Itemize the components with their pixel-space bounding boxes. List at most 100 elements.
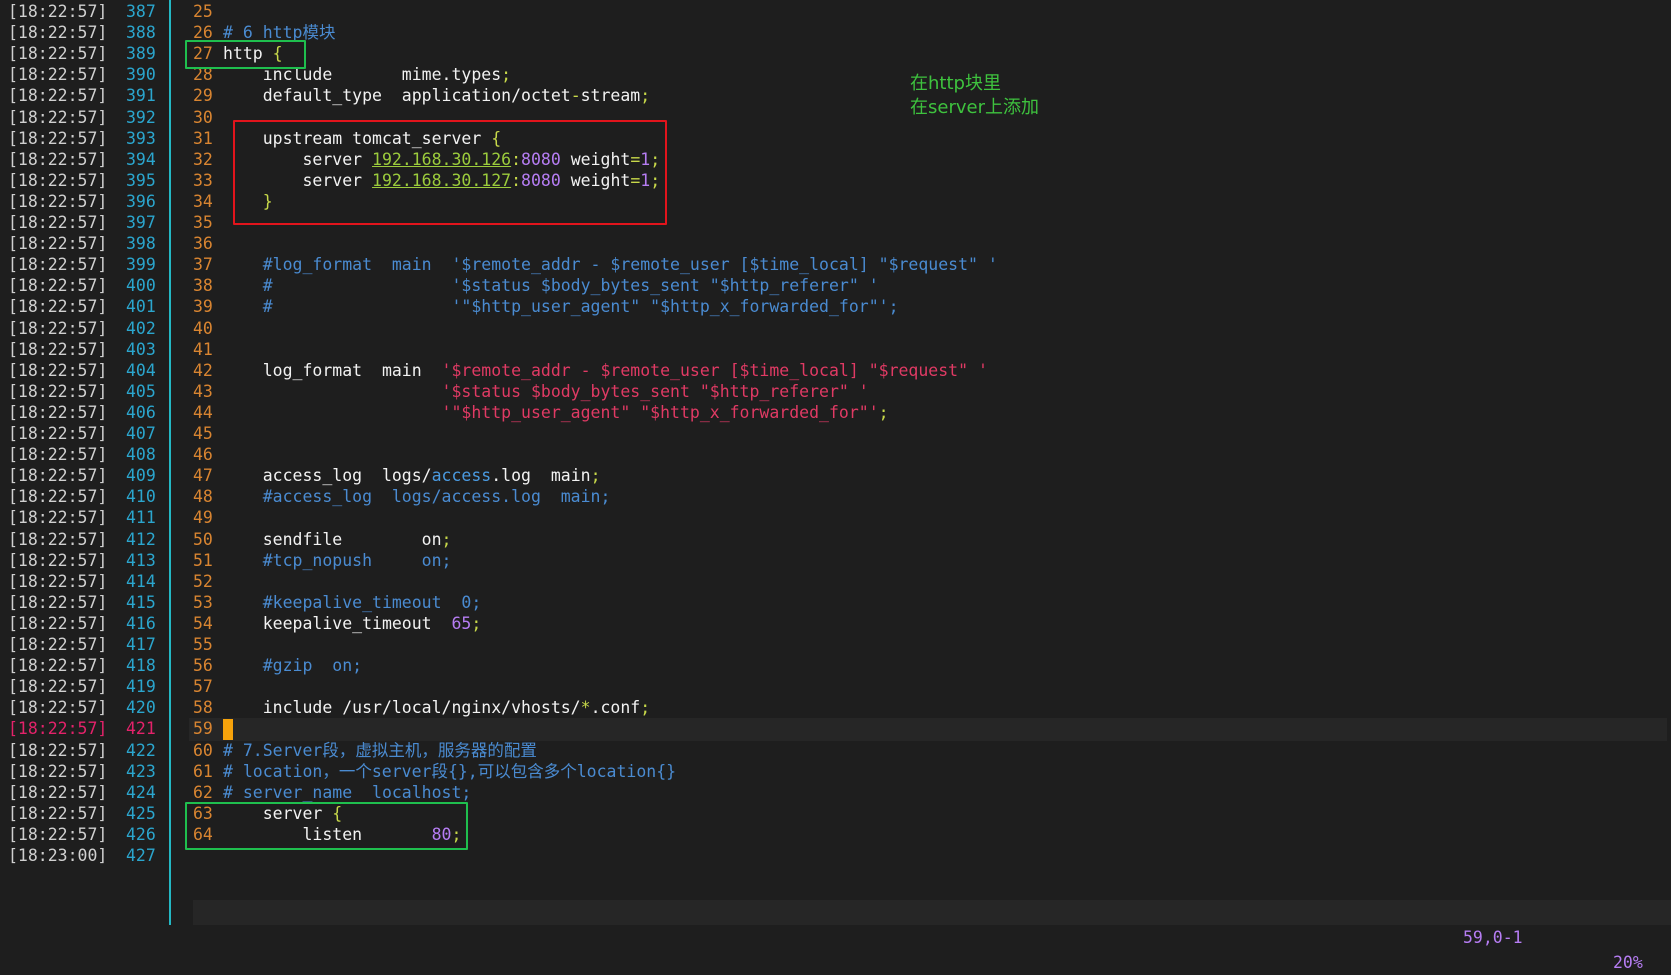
code-line[interactable]: 37 #log_format main '$remote_addr - $rem…: [193, 254, 1663, 277]
code-line[interactable]: 46: [193, 444, 1663, 467]
gutter-row: [18:22:57] 418: [8, 655, 156, 678]
code-line[interactable]: 48 #access_log logs/access.log main;: [193, 486, 1663, 509]
timestamp: [18:22:57]: [8, 740, 108, 760]
code-line[interactable]: 26 # 6 http模块: [193, 22, 1663, 45]
code-token: #keepalive_timeout 0;: [223, 592, 482, 612]
code-line-number: 50: [193, 529, 213, 549]
log-line-number: 406: [126, 402, 156, 422]
code-line[interactable]: 39 # '"$http_user_agent" "$http_x_forwar…: [193, 296, 1663, 319]
code-line[interactable]: 54 keepalive_timeout 65;: [193, 613, 1663, 636]
code-line[interactable]: 50 sendfile on;: [193, 529, 1663, 552]
code-line-number: 44: [193, 402, 213, 422]
code-line-number: 47: [193, 466, 213, 486]
code-line-number: 48: [193, 487, 213, 507]
log-line-number: 423: [126, 761, 156, 781]
gutter-row: [18:22:57] 414: [8, 571, 156, 594]
log-line-number: 390: [126, 65, 156, 85]
code-token: default_type application/octet: [223, 86, 571, 106]
code-line[interactable]: 57: [193, 676, 1663, 699]
code-line[interactable]: 49: [193, 507, 1663, 530]
code-line-number: 43: [193, 381, 213, 401]
code-token: '$remote_addr - $remote_user [$time_loca…: [441, 360, 988, 380]
timestamp: [18:23:00]: [8, 846, 108, 865]
timestamp: [18:22:57]: [8, 571, 108, 591]
code-line-number: 56: [193, 656, 213, 676]
log-line-number: 421: [126, 719, 156, 739]
code-line[interactable]: 56 #gzip on;: [193, 655, 1663, 678]
timestamp: [18:22:57]: [8, 466, 108, 486]
code-line[interactable]: 45: [193, 423, 1663, 446]
code-line-number: 52: [193, 571, 213, 591]
code-line-number: 61: [193, 761, 213, 781]
timestamp: [18:22:57]: [8, 529, 108, 549]
code-line-number: 55: [193, 635, 213, 654]
timestamp: [18:22:57]: [8, 360, 108, 380]
timestamp: [18:22:57]: [8, 761, 108, 781]
code-line-number: 36: [193, 234, 213, 254]
code-token: *: [580, 698, 591, 718]
code-line-number: 58: [193, 698, 213, 718]
code-line[interactable]: 27 http {: [193, 43, 1663, 66]
code-line[interactable]: 25: [193, 1, 1663, 24]
code-line[interactable]: 51 #tcp_nopush on;: [193, 550, 1663, 573]
gutter-row: [18:22:57] 415: [8, 592, 156, 615]
code-token: ;: [640, 698, 651, 718]
annotation-line-1: 在http块里: [910, 73, 1001, 94]
code-token: access: [431, 466, 492, 486]
code-line[interactable]: 41: [193, 339, 1663, 362]
cursor-position: 59,0-1: [1463, 928, 1523, 947]
code-line-number: 34: [193, 191, 213, 211]
code-line[interactable]: 47 access_log logs/access.log main;: [193, 465, 1663, 488]
code-token: -: [570, 86, 581, 106]
code-line[interactable]: 36: [193, 233, 1663, 256]
scroll-percent: 20%: [1613, 953, 1643, 972]
code-line[interactable]: 43 '$status $body_bytes_sent "$http_refe…: [193, 381, 1663, 404]
gutter-row: [18:22:57] 405: [8, 381, 156, 404]
timestamp: [18:22:57]: [8, 677, 108, 697]
code-token: # '"$http_user_agent" "$http_x_forwarded…: [223, 297, 899, 317]
timestamp: [18:22:57]: [8, 2, 108, 21]
gutter-row: [18:22:57] 413: [8, 550, 156, 573]
gutter-row: [18:22:57] 426: [8, 824, 156, 847]
log-line-number: 391: [126, 86, 156, 106]
code-line[interactable]: 58 include /usr/local/nginx/vhosts/*.con…: [193, 697, 1663, 720]
log-line-number: 397: [126, 213, 156, 232]
code-line[interactable]: 62 # server_name localhost;: [193, 782, 1663, 805]
log-line-number: 388: [126, 23, 156, 43]
gutter-row: [18:22:57] 392: [8, 107, 156, 130]
log-line-number: 427: [126, 846, 156, 865]
timestamp: [18:22:57]: [8, 550, 108, 570]
timestamp: [18:22:57]: [8, 719, 108, 739]
gutter-row: [18:22:57] 399: [8, 254, 156, 277]
log-line-number: 395: [126, 170, 156, 190]
gutter-row: [18:22:57] 404: [8, 360, 156, 383]
code-line[interactable]: 61 # location，一个server段{},可以包含多个location{…: [193, 761, 1663, 784]
log-line-number: 417: [126, 635, 156, 654]
code-line[interactable]: 60 # 7.Server段，虚拟主机，服务器的配置: [193, 740, 1663, 763]
code-line[interactable]: 59: [189, 718, 1667, 741]
code-token: ;: [878, 402, 889, 422]
code-token: ;: [640, 86, 651, 106]
code-token: # 7.Server段，虚拟主机，服务器的配置: [223, 740, 537, 760]
code-token: ;: [590, 466, 601, 486]
code-token: ;: [441, 529, 452, 549]
code-line-number: 38: [193, 276, 213, 296]
code-line[interactable]: 44 '"$http_user_agent" "$http_x_forwarde…: [193, 402, 1663, 425]
code-line[interactable]: 53 #keepalive_timeout 0;: [193, 592, 1663, 615]
code-token: .log main: [491, 466, 591, 486]
gutter-row: [18:22:57] 389: [8, 43, 156, 66]
timestamp: [18:22:57]: [8, 508, 108, 528]
code-line[interactable]: 42 log_format main '$remote_addr - $remo…: [193, 360, 1663, 383]
code-line-number: 49: [193, 508, 213, 528]
timestamp: [18:22:57]: [8, 65, 108, 85]
log-line-number: 412: [126, 529, 156, 549]
timestamp: [18:22:57]: [8, 276, 108, 296]
gutter-row: [18:22:57] 411: [8, 507, 156, 530]
highlight-box-server: [185, 802, 468, 850]
timestamp: [18:22:57]: [8, 782, 108, 802]
code-line[interactable]: 52: [193, 571, 1663, 594]
code-line[interactable]: 38 # '$status $body_bytes_sent "$http_re…: [193, 275, 1663, 298]
code-line[interactable]: 55: [193, 634, 1663, 657]
gutter-row: [18:22:57] 407: [8, 423, 156, 446]
code-line[interactable]: 40: [193, 318, 1663, 341]
